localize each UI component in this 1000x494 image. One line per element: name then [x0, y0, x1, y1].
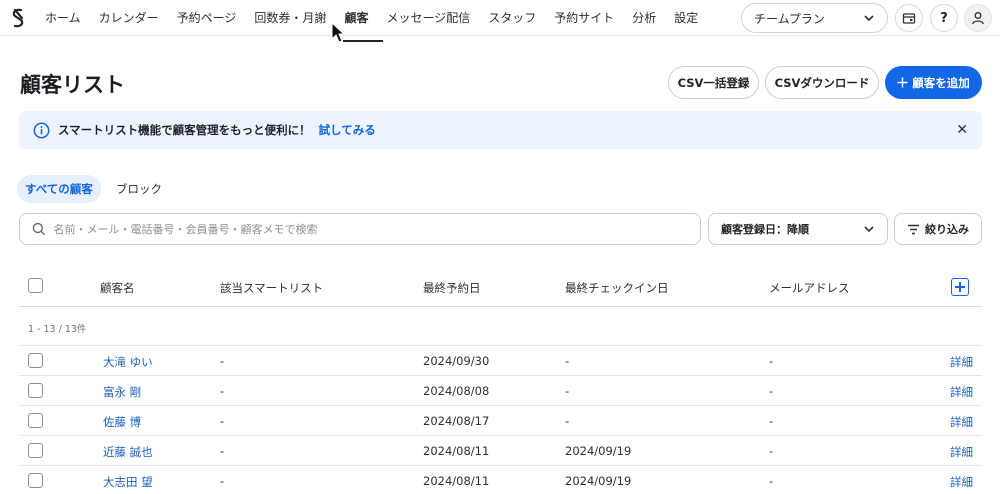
main-nav-links: ホーム カレンダー 予約ページ 回数券・月謝 顧客 メッセージ配信 スタッフ 予… [36, 0, 707, 42]
nav-item-booking-site[interactable]: 予約サイト [545, 0, 623, 36]
smartlist-cell: - [220, 474, 225, 488]
last-checkin-cell: - [565, 354, 570, 368]
table-row[interactable]: 大志田 望 - 2024/08/11 2024/09/19 - 詳細 [19, 465, 982, 494]
email-cell: - [769, 414, 774, 428]
smartlist-banner: スマートリスト機能で顧客管理をもっと便利に！ 試してみる ✕ [19, 111, 982, 149]
last-checkin-cell: 2024/09/19 [565, 444, 632, 458]
add-customer-button[interactable]: 顧客を追加 [885, 66, 982, 99]
customer-name-link[interactable]: 大滝 ゆい [103, 354, 153, 370]
top-nav: ホーム カレンダー 予約ページ 回数券・月謝 顧客 メッセージ配信 スタッフ 予… [0, 0, 1000, 42]
table-row[interactable]: 大滝 ゆい - 2024/09/30 - - 詳細 [19, 345, 982, 375]
nav-item-tickets[interactable]: 回数券・月謝 [245, 0, 335, 36]
search-input[interactable] [53, 222, 688, 236]
smartlist-cell: - [220, 414, 225, 428]
chevron-down-icon [864, 226, 874, 233]
smartlist-cell: - [220, 354, 225, 368]
table-row[interactable]: 佐藤 博 - 2024/08/17 - - 詳細 [19, 405, 982, 435]
last-booking-cell: 2024/08/11 [423, 474, 490, 488]
plan-select[interactable]: チームプラン [741, 3, 888, 33]
store-icon [902, 13, 916, 24]
header-email[interactable]: メールアドレス [769, 280, 850, 296]
filter-label: 絞り込み [925, 223, 969, 236]
row-checkbox[interactable] [28, 473, 43, 488]
table-row[interactable]: 近藤 誠也 - 2024/08/11 2024/09/19 - 詳細 [19, 435, 982, 465]
last-checkin-cell: - [565, 414, 570, 428]
close-icon[interactable]: ✕ [956, 122, 968, 138]
help-icon: ? [940, 10, 948, 26]
email-cell: - [769, 444, 774, 458]
row-checkbox[interactable] [28, 353, 43, 368]
tab-all-customers[interactable]: すべての顧客 [17, 175, 101, 203]
last-booking-cell: 2024/09/30 [423, 354, 490, 368]
table-row[interactable]: 富永 剛 - 2024/08/08 - - 詳細 [19, 375, 982, 405]
add-column-icon[interactable] [951, 278, 969, 296]
account-button[interactable] [964, 4, 992, 32]
plus-icon [897, 77, 908, 88]
smartlist-cell: - [220, 444, 225, 458]
search-icon [32, 222, 46, 236]
email-cell: - [769, 474, 774, 488]
last-booking-cell: 2024/08/08 [423, 384, 490, 398]
nav-item-booking-page[interactable]: 予約ページ [168, 0, 246, 36]
customer-name-link[interactable]: 大志田 望 [103, 474, 153, 490]
nav-item-analytics[interactable]: 分析 [623, 0, 665, 36]
last-checkin-cell: 2024/09/19 [565, 474, 632, 488]
user-icon [972, 12, 984, 25]
header-name[interactable]: 顧客名 [100, 280, 135, 296]
table-header: 顧客名 該当スマートリスト 最終予約日 最終チェックイン日 メールアドレス [19, 268, 982, 307]
header-smartlist[interactable]: 該当スマートリスト [220, 280, 323, 296]
nav-item-home[interactable]: ホーム [36, 0, 90, 36]
filter-button[interactable]: 絞り込み [894, 213, 982, 245]
detail-link[interactable]: 詳細 [950, 414, 973, 430]
detail-link[interactable]: 詳細 [950, 384, 973, 400]
result-count: 1 - 13 / 13件 [28, 324, 87, 335]
header-last-booking[interactable]: 最終予約日 [423, 280, 481, 296]
banner-text: スマートリスト機能で顧客管理をもっと便利に！ [58, 123, 311, 137]
nav-item-messages[interactable]: メッセージ配信 [377, 0, 479, 36]
add-customer-label: 顧客を追加 [912, 75, 970, 90]
sort-select-value: 顧客登録日：降順 [721, 223, 809, 236]
row-checkbox[interactable] [28, 443, 43, 458]
csv-download-button[interactable]: CSVダウンロード [765, 66, 879, 99]
nav-item-settings[interactable]: 設定 [665, 0, 707, 36]
last-booking-cell: 2024/08/11 [423, 444, 490, 458]
help-button[interactable]: ? [930, 4, 958, 32]
customer-name-link[interactable]: 富永 剛 [103, 384, 141, 400]
select-all-checkbox[interactable] [28, 278, 43, 293]
row-checkbox[interactable] [28, 383, 43, 398]
detail-link[interactable]: 詳細 [950, 444, 973, 460]
store-switch-button[interactable] [895, 4, 923, 32]
smartlist-cell: - [220, 384, 225, 398]
customer-name-link[interactable]: 近藤 誠也 [103, 444, 153, 460]
mouse-cursor-icon [331, 22, 345, 43]
page-title: 顧客リスト [20, 73, 125, 97]
row-checkbox[interactable] [28, 413, 43, 428]
info-icon [33, 122, 50, 138]
plan-select-value: チームプラン [754, 11, 825, 26]
tab-blocked[interactable]: ブロック [108, 175, 170, 203]
last-booking-cell: 2024/08/17 [423, 414, 490, 428]
chevron-down-icon [864, 15, 874, 22]
header-last-checkin[interactable]: 最終チェックイン日 [565, 280, 669, 296]
email-cell: - [769, 354, 774, 368]
nav-item-staff[interactable]: スタッフ [479, 0, 545, 36]
banner-try-link[interactable]: 試してみる [319, 122, 376, 138]
app-logo-icon[interactable] [6, 6, 30, 30]
customer-name-link[interactable]: 佐藤 博 [103, 414, 141, 430]
sort-select[interactable]: 顧客登録日：降順 [708, 213, 888, 245]
csv-import-button[interactable]: CSV一括登録 [668, 66, 759, 99]
email-cell: - [769, 384, 774, 398]
detail-link[interactable]: 詳細 [950, 474, 973, 490]
filter-icon [908, 224, 919, 234]
customer-search [19, 213, 701, 245]
nav-item-calendar[interactable]: カレンダー [90, 0, 168, 36]
detail-link[interactable]: 詳細 [950, 354, 973, 370]
last-checkin-cell: - [565, 384, 570, 398]
